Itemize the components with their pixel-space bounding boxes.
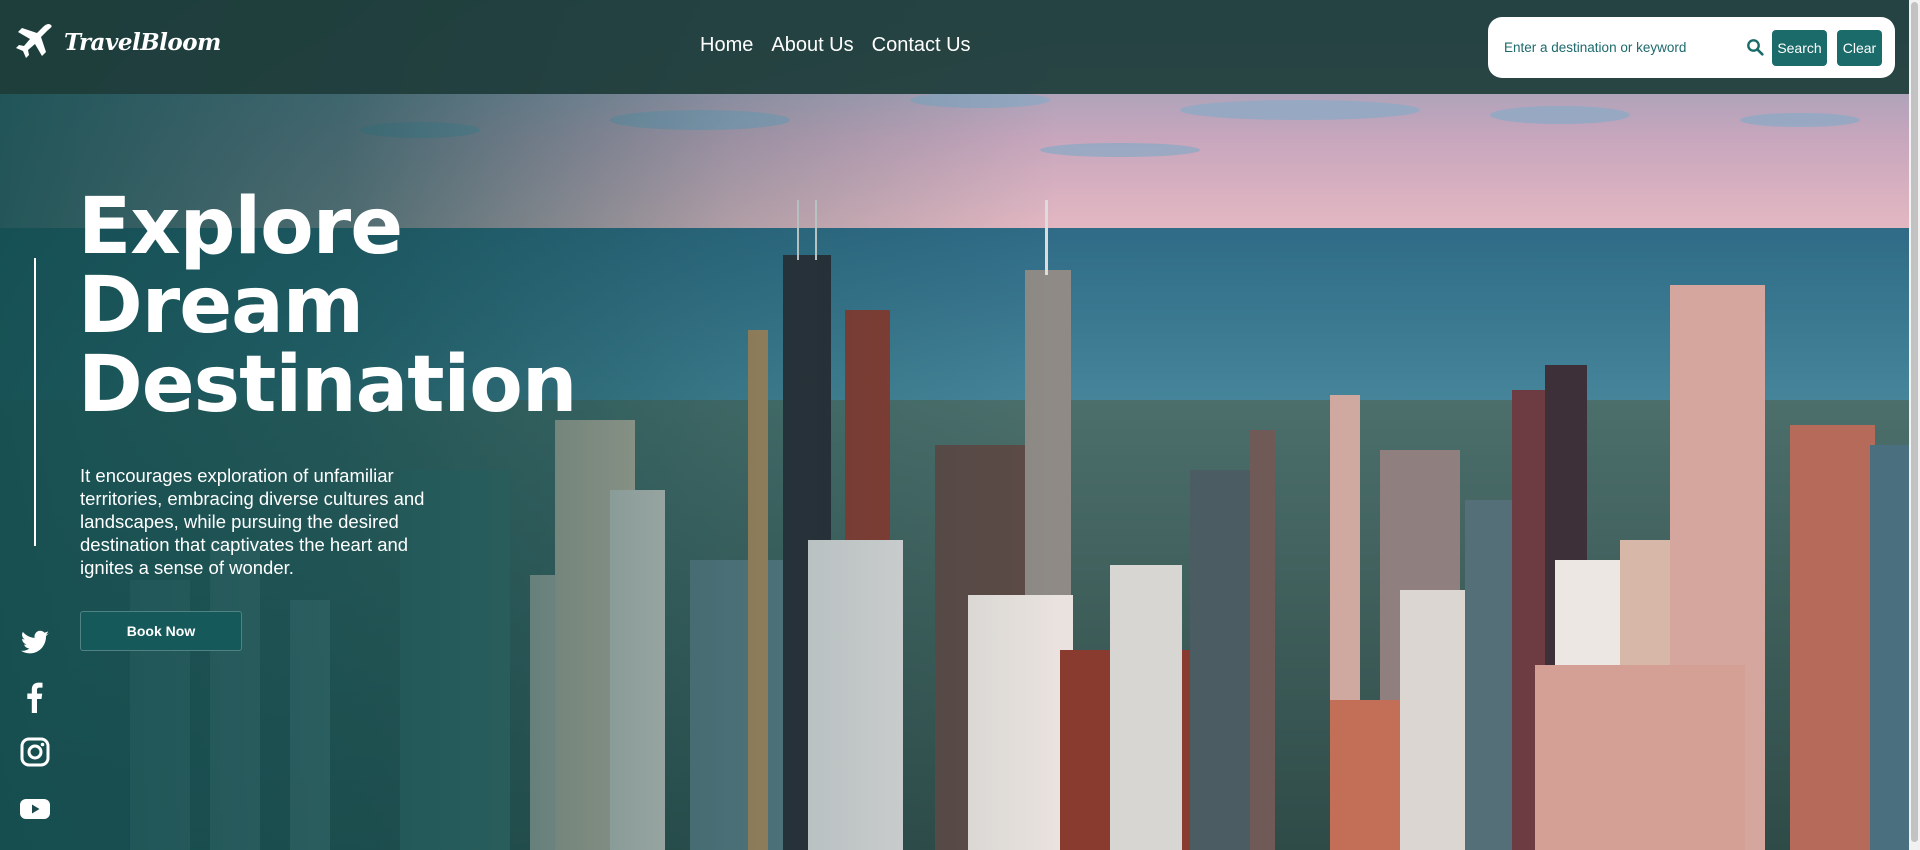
headline-line-2: Dream [78,261,364,351]
airplane-icon [16,23,52,59]
nav-home-link[interactable]: Home [700,34,753,57]
facebook-icon[interactable] [18,680,52,714]
hero-headline: Explore Dream Destination [78,182,577,430]
twitter-icon[interactable] [18,625,52,659]
rail-divider [34,258,36,546]
headline-line-1: Explore [78,182,403,272]
hero-description: It encourages exploration of unfamiliar … [80,465,425,578]
main-nav: Home About Us Contact Us [700,34,971,57]
headline-line-3: Destination [78,340,577,430]
youtube-icon[interactable] [18,792,52,826]
navbar: TravelBloom Home About Us Contact Us Sea… [0,0,1920,94]
search-button[interactable]: Search [1772,30,1827,66]
book-now-button[interactable]: Book Now [80,611,242,651]
brand-logo[interactable]: TravelBloom [14,22,221,62]
nav-about-link[interactable]: About Us [771,34,853,57]
instagram-icon[interactable] [18,735,52,769]
page-scrollbar[interactable] [1909,0,1920,850]
clear-button[interactable]: Clear [1837,30,1882,66]
search-bar [1488,17,1895,78]
nav-contact-link[interactable]: Contact Us [872,34,971,57]
search-input[interactable] [1504,35,1734,59]
magnifier-icon[interactable] [1746,38,1764,56]
brand-name: TravelBloom [64,28,221,56]
scrollbar-thumb[interactable] [1911,2,1918,842]
